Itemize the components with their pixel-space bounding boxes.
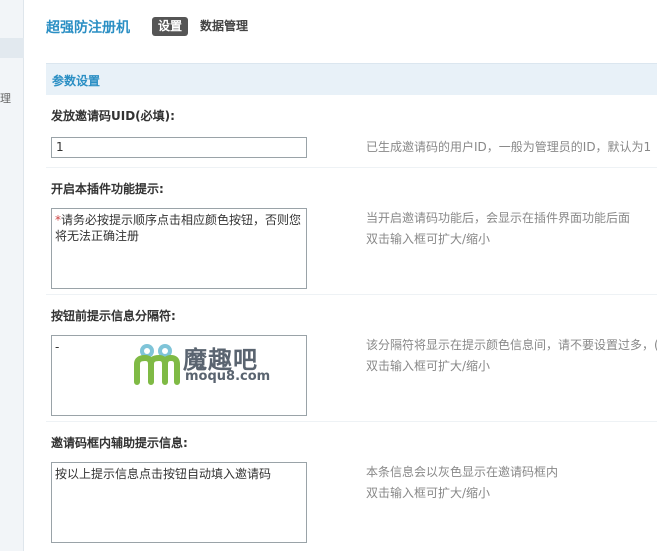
sidebar: 理 (0, 0, 24, 551)
uid-label: 发放邀请码UID(必填): (51, 109, 175, 123)
tab-settings[interactable]: 设置 (152, 17, 189, 36)
tip-text: 请务必按提示顺序点击相应颜色按钮，否则您将无法正确注册 (55, 213, 302, 243)
watermark-mascot-icon (134, 344, 180, 385)
separator-help-resize: 双击输入框可扩大/缩小 (366, 359, 491, 373)
separator-help: 该分隔符将显示在提示颜色信息间，请不要设置过多，( (366, 338, 657, 352)
uid-help: 已生成邀请码的用户ID，一般为管理员的ID，默认为1 (366, 140, 652, 154)
placeholder-textarea[interactable]: 按以上提示信息点击按钮自动填入邀请码 (51, 462, 307, 543)
uid-input[interactable]: 1 (51, 137, 307, 158)
top-bar: 超强防注册机 设置 数据管理 (35, 0, 657, 50)
placeholder-help: 本条信息会以灰色显示在邀请码框内 (366, 465, 559, 479)
tip-label: 开启本插件功能提示: (51, 182, 164, 196)
sidebar-item-fragment[interactable]: 理 (0, 90, 11, 106)
section-title: 参数设置 (52, 74, 101, 88)
tip-help: 当开启邀请码功能后，会显示在插件界面功能后面 (366, 211, 631, 225)
watermark-logo: 魔趣吧 moqu8.com (133, 338, 298, 388)
placeholder-label: 邀请码框内辅助提示信息: (51, 436, 188, 450)
tab-data-management[interactable]: 数据管理 (200, 17, 248, 36)
tip-help-resize: 双击输入框可扩大/缩小 (366, 232, 491, 246)
sidebar-selected-item[interactable] (0, 38, 24, 58)
watermark-url: moqu8.com (185, 369, 271, 384)
placeholder-help-resize: 双击输入框可扩大/缩小 (366, 486, 491, 500)
main-panel: 超强防注册机 设置 数据管理 参数设置 发放邀请码UID(必填): 1 已生成邀… (35, 0, 657, 551)
section-header: 参数设置 (46, 63, 657, 95)
separator-label: 按钮前提示信息分隔符: (51, 309, 176, 323)
tip-textarea[interactable]: *请务必按提示顺序点击相应颜色按钮，否则您将无法正确注册 (51, 208, 307, 289)
plugin-title: 超强防注册机 (46, 20, 130, 36)
